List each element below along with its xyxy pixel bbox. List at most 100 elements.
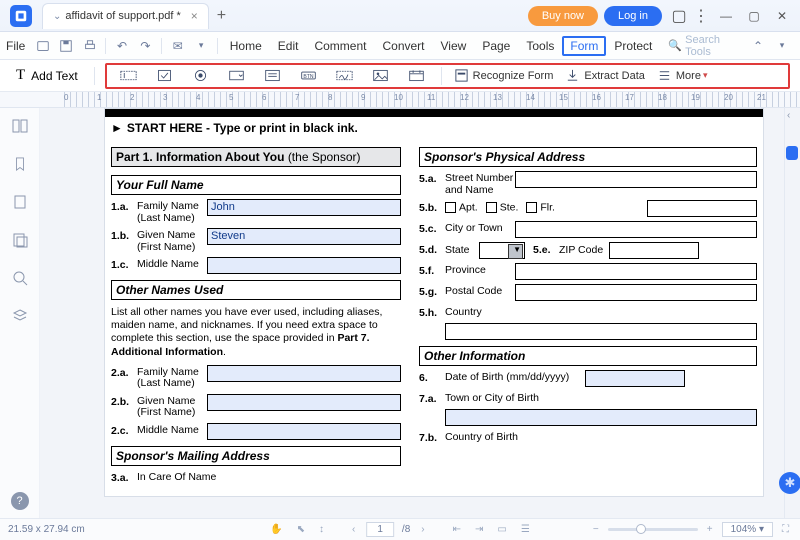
zoom-value[interactable]: 104% ▾ bbox=[722, 522, 773, 537]
menu-bar: File ↶ ↷ ✉ ▾ Home Edit Comment Convert V… bbox=[0, 32, 800, 60]
date-field-tool[interactable] bbox=[404, 65, 430, 87]
menu-home[interactable]: Home bbox=[222, 39, 270, 53]
extract-data-button[interactable]: Extract Data bbox=[565, 68, 645, 83]
form-tools-group: BTN Recognize Form Extract Data More▾ bbox=[105, 63, 790, 89]
image-field-tool[interactable] bbox=[368, 65, 394, 87]
field-5a-street[interactable] bbox=[515, 171, 757, 188]
hand-tool-icon[interactable]: ✋ bbox=[267, 524, 285, 535]
field-5c-city[interactable] bbox=[515, 221, 757, 238]
fullscreen-icon[interactable]: ⛶ bbox=[779, 524, 792, 535]
menu-page[interactable]: Page bbox=[474, 39, 518, 53]
zoom-in-icon[interactable]: + bbox=[704, 524, 716, 535]
prev-page-icon[interactable]: ‹ bbox=[349, 524, 358, 535]
scroll-mode-icon[interactable]: ↕ bbox=[316, 524, 327, 535]
field-1c-middle-name[interactable] bbox=[207, 257, 401, 274]
download-chip-icon[interactable] bbox=[786, 146, 798, 160]
single-page-icon[interactable]: ▭ bbox=[494, 524, 509, 535]
maximize-button[interactable]: ▢ bbox=[742, 4, 766, 28]
pdf-page: ►START HERE - Type or print in black ink… bbox=[104, 108, 764, 497]
login-button[interactable]: Log in bbox=[604, 6, 662, 26]
button-tool[interactable]: BTN bbox=[296, 65, 322, 87]
thumbnails-panel-icon[interactable] bbox=[10, 116, 30, 136]
last-page-icon[interactable]: ⇥ bbox=[472, 524, 486, 535]
menu-edit[interactable]: Edit bbox=[270, 39, 307, 53]
menu-comment[interactable]: Comment bbox=[306, 39, 374, 53]
field-5g-postal[interactable] bbox=[515, 284, 757, 301]
checkbox-apt[interactable] bbox=[445, 202, 456, 213]
kebab-menu-icon[interactable]: ⋮ bbox=[690, 5, 712, 27]
page-number-input[interactable]: 1 bbox=[366, 522, 394, 537]
close-tab-icon[interactable]: × bbox=[191, 9, 198, 23]
redo-icon[interactable]: ↷ bbox=[136, 36, 155, 56]
field-6-dob[interactable] bbox=[585, 370, 685, 387]
undo-icon[interactable]: ↶ bbox=[112, 36, 131, 56]
next-page-icon[interactable]: › bbox=[418, 524, 427, 535]
menu-convert[interactable]: Convert bbox=[374, 39, 432, 53]
add-text-tool[interactable]: T Add Text bbox=[6, 67, 88, 84]
checkbox-ste[interactable] bbox=[486, 202, 497, 213]
save-icon[interactable] bbox=[57, 36, 76, 56]
menu-file[interactable]: File bbox=[6, 39, 25, 53]
combobox-tool[interactable] bbox=[224, 65, 250, 87]
field-5f-province[interactable] bbox=[515, 263, 757, 280]
select-tool-icon[interactable]: ⬉ bbox=[294, 524, 308, 535]
field-2a-family-name[interactable] bbox=[207, 365, 401, 382]
other-names-instructions: List all other names you have ever used,… bbox=[111, 306, 401, 359]
signature-tool[interactable] bbox=[332, 65, 358, 87]
close-window-button[interactable]: ✕ bbox=[770, 4, 794, 28]
mailing-address-header: Sponsor's Mailing Address bbox=[111, 446, 401, 466]
horizontal-ruler: 0123456789101112131415161718192021 bbox=[0, 92, 800, 108]
radio-button-tool[interactable] bbox=[188, 65, 214, 87]
your-full-name-header: Your Full Name bbox=[111, 175, 401, 195]
first-page-icon[interactable]: ⇤ bbox=[450, 524, 464, 535]
collapse-ribbon-icon[interactable]: ⌃ bbox=[748, 36, 768, 56]
checkbox-tool[interactable] bbox=[152, 65, 178, 87]
bookmarks-panel-icon[interactable] bbox=[10, 154, 30, 174]
comments-panel-icon[interactable] bbox=[10, 230, 30, 250]
document-tab[interactable]: ⌄ affidavit of support.pdf * × bbox=[42, 3, 209, 29]
field-7a-birth-city[interactable] bbox=[445, 409, 757, 426]
mail-icon[interactable]: ✉ bbox=[168, 36, 187, 56]
menu-form[interactable]: Form bbox=[562, 36, 606, 56]
share-icon[interactable]: ▢ bbox=[668, 5, 690, 27]
field-1b-given-name[interactable]: Steven bbox=[207, 228, 401, 245]
field-5h-country[interactable] bbox=[445, 323, 757, 340]
minimize-button[interactable]: — bbox=[714, 4, 738, 28]
chevron-down-icon: ⌄ bbox=[53, 11, 61, 22]
listbox-tool[interactable] bbox=[260, 65, 286, 87]
window-titlebar: ⌄ affidavit of support.pdf * × + Buy now… bbox=[0, 0, 800, 32]
assistant-fab-icon[interactable]: ✱ bbox=[779, 472, 800, 494]
chevron-left-icon[interactable]: ‹ bbox=[787, 110, 790, 121]
print-icon[interactable] bbox=[80, 36, 99, 56]
more-form-button[interactable]: More▾ bbox=[657, 68, 708, 83]
layers-panel-icon[interactable] bbox=[10, 306, 30, 326]
checkbox-flr[interactable] bbox=[526, 202, 537, 213]
part1-header: Part 1. Information About You (the Spons… bbox=[111, 147, 401, 167]
zoom-out-icon[interactable]: − bbox=[590, 524, 602, 535]
dropdown-icon[interactable]: ▾ bbox=[191, 36, 210, 56]
document-viewport[interactable]: ►START HERE - Type or print in black ink… bbox=[40, 108, 784, 518]
field-5b-unit[interactable] bbox=[647, 200, 757, 217]
help-icon[interactable]: ? bbox=[11, 492, 29, 510]
field-1a-family-name[interactable]: John bbox=[207, 199, 401, 216]
physical-address-header: Sponsor's Physical Address bbox=[419, 147, 757, 167]
menu-tools[interactable]: Tools bbox=[518, 39, 562, 53]
continuous-page-icon[interactable]: ☰ bbox=[518, 524, 533, 535]
menu-view[interactable]: View bbox=[433, 39, 475, 53]
field-5d-state[interactable] bbox=[479, 242, 525, 259]
zoom-slider[interactable] bbox=[608, 528, 698, 531]
search-panel-icon[interactable] bbox=[10, 268, 30, 288]
text-field-tool[interactable] bbox=[116, 65, 142, 87]
ribbon-caret-icon[interactable]: ▾ bbox=[772, 36, 792, 56]
open-icon[interactable] bbox=[33, 36, 52, 56]
attachments-panel-icon[interactable] bbox=[10, 192, 30, 212]
buy-now-button[interactable]: Buy now bbox=[528, 6, 598, 26]
field-2c-middle-name[interactable] bbox=[207, 423, 401, 440]
right-scroll-strip[interactable]: ‹ ✱ bbox=[784, 108, 800, 518]
search-tools[interactable]: 🔍 Search Tools bbox=[668, 34, 746, 58]
new-tab-button[interactable]: + bbox=[217, 7, 226, 25]
field-5e-zip[interactable] bbox=[609, 242, 699, 259]
recognize-form-button[interactable]: Recognize Form bbox=[454, 68, 554, 83]
field-2b-given-name[interactable] bbox=[207, 394, 401, 411]
menu-protect[interactable]: Protect bbox=[606, 39, 660, 53]
